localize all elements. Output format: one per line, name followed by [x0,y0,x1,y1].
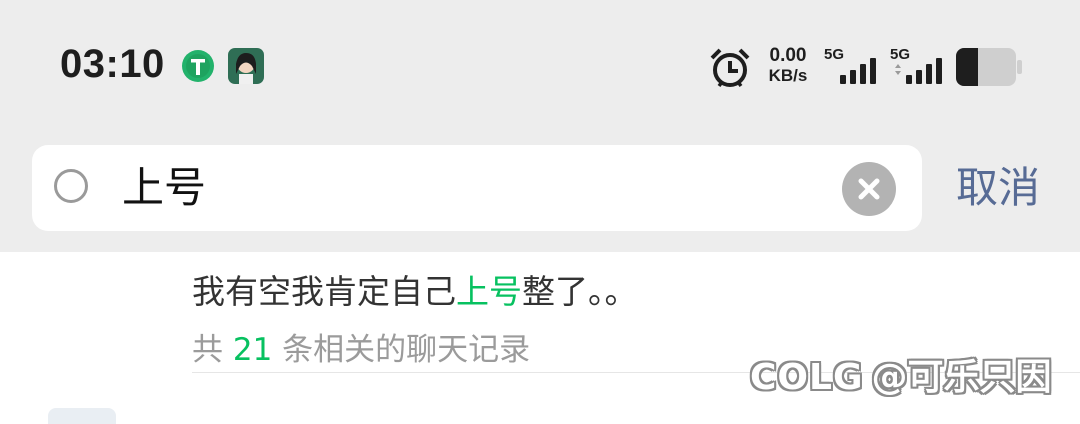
related-records-link[interactable]: 共 21 条相关的聊天记录 [192,330,530,370]
status-time: 03:10 [60,42,165,86]
signal-1: 5G [824,46,884,86]
record-suffix: 条相关的聊天记录 [282,332,531,368]
signal-icon [895,58,942,84]
watermark-text: @可乐只因 [871,357,1052,398]
search-bar[interactable]: 上号 [32,145,922,231]
close-icon [858,178,880,200]
watermark-logo: COLG [750,357,864,398]
signal-icon [840,58,876,84]
search-radio-icon [54,169,88,203]
cancel-button[interactable]: 取消 [956,163,1040,213]
app-avatar-icon [228,48,264,84]
network-speed: 0.00 KB/s [762,46,814,86]
alarm-icon [710,48,750,88]
network-speed-unit: KB/s [768,66,808,85]
search-input[interactable]: 上号 [122,163,206,213]
result-text-before: 我有空我肯定自己 [192,272,456,311]
app-t-icon [182,50,214,82]
record-prefix: 共 [192,332,223,368]
clear-search-button[interactable] [842,162,896,216]
search-result-message[interactable]: 我有空我肯定自己上号整了。。 [192,272,638,312]
avatar [48,408,116,424]
network-speed-value: 0.00 [769,45,807,66]
result-text-match: 上号 [456,272,522,311]
signal-2: 5G [890,46,950,86]
record-count: 21 [232,332,273,368]
watermark: COLG @可乐只因 [750,358,1052,398]
result-text-after: 整了。。 [522,272,638,311]
battery-icon [956,48,1022,86]
